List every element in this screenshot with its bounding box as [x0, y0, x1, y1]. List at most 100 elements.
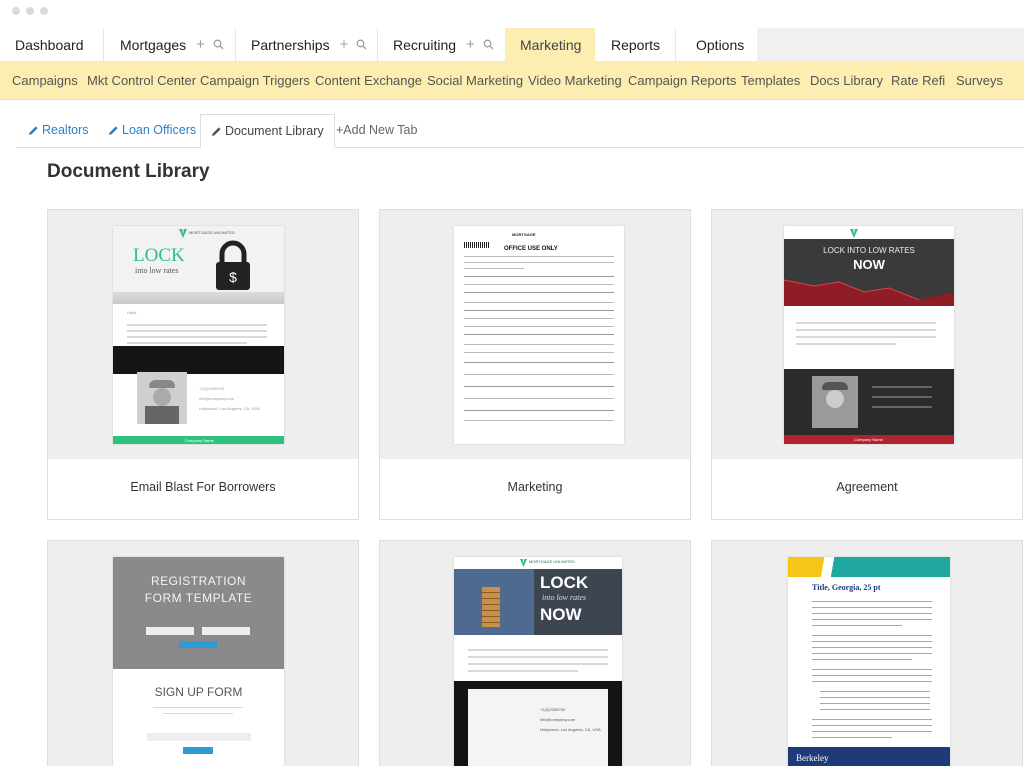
top-tab-label: Marketing	[520, 36, 582, 53]
subnav-video-marketing[interactable]: Video Marketing	[528, 61, 622, 100]
brand-logo	[850, 229, 858, 238]
document-thumbnail: MORTGAGE UNLIMITED LOCK into low rates N…	[454, 557, 622, 766]
thumb-address: Hollywood, Los Angeles, CA, USA	[199, 406, 260, 411]
document-preview[interactable]: MORTGAGE UNLIMITED LOCK into low rates $…	[48, 210, 358, 459]
thumb-subhead: into low rates	[135, 266, 179, 275]
barcode	[464, 242, 490, 248]
top-nav: Dashboard Mortgages + Partnerships + Rec…	[0, 28, 1024, 61]
subnav-surveys[interactable]: Surveys	[956, 61, 1003, 100]
thumb-headline-main: NOW	[853, 257, 885, 272]
top-tab-label: Mortgages	[120, 36, 187, 53]
window-dot-icon	[40, 7, 48, 15]
page-tab-label: Document Library	[225, 124, 324, 138]
document-preview[interactable]: Title, Georgia, 25 pt Berkeley	[712, 541, 1022, 766]
subnav-campaigns[interactable]: Campaigns	[12, 61, 78, 100]
plus-icon[interactable]: +	[466, 36, 475, 53]
thumb-email: info@company.com	[540, 717, 576, 722]
document-card[interactable]: REGISTRATION FORM TEMPLATE SIGN UP FORM	[47, 540, 359, 766]
top-tab-reports[interactable]: Reports	[595, 28, 675, 61]
thumb-footer-brand: Berkeley	[796, 753, 829, 763]
thumb-cta: NOW	[540, 605, 582, 624]
thumb-footer: Company Name	[854, 437, 883, 442]
top-tab-partnerships[interactable]: Partnerships +	[236, 28, 377, 61]
top-tab-mortgages[interactable]: Mortgages +	[104, 28, 235, 61]
thumb-subhead: into low rates	[542, 593, 587, 602]
thumb-phone: +1(0)2355700	[540, 707, 566, 712]
window-dot-icon	[26, 7, 34, 15]
subnav-content-exchange[interactable]: Content Exchange	[315, 61, 422, 100]
document-card[interactable]: MORTGAGE UNLIMITED LOCK into low rates N…	[379, 540, 691, 766]
top-tab-label: Reports	[611, 36, 661, 53]
tab-actions: +	[466, 36, 494, 53]
subnav-mkt-control-center[interactable]: Mkt Control Center	[87, 61, 196, 100]
search-icon[interactable]	[356, 39, 367, 50]
subnav-docs-library[interactable]: Docs Library	[810, 61, 883, 100]
form-office-use: OFFICE USE ONLY	[504, 246, 558, 252]
lock-icon: $	[216, 240, 250, 290]
marketing-sub-nav: Campaigns Mkt Control Center Campaign Tr…	[0, 61, 1024, 100]
window-chrome	[0, 0, 1024, 28]
thumb-headline-top: LOCK INTO LOW RATES	[823, 246, 915, 255]
document-card[interactable]: MORTGAGE OFFICE USE ONLY Marketing	[379, 209, 691, 520]
top-tab-recruiting[interactable]: Recruiting +	[378, 28, 505, 61]
tab-actions: +	[340, 36, 368, 53]
top-tab-label: Partnerships	[251, 36, 330, 53]
plus-icon[interactable]: +	[340, 36, 349, 53]
document-preview[interactable]: REGISTRATION FORM TEMPLATE SIGN UP FORM	[48, 541, 358, 766]
document-thumbnail: Title, Georgia, 25 pt Berkeley	[788, 557, 950, 766]
document-thumbnail: MORTGAGE UNLIMITED LOCK into low rates $…	[113, 226, 284, 444]
header-color-band	[788, 557, 950, 577]
window-dot-icon	[12, 7, 20, 15]
page-tab-realtors[interactable]: Realtors	[28, 114, 89, 148]
document-card[interactable]: LOCK INTO LOW RATES NOW Company Name Agr…	[711, 209, 1023, 520]
search-icon[interactable]	[213, 39, 224, 50]
page-tab-loan-officers[interactable]: Loan Officers	[108, 114, 196, 148]
document-caption[interactable]: Email Blast For Borrowers	[48, 459, 358, 519]
thumb-address: Hollywood, Los Angeles, CA, USA	[540, 727, 601, 732]
pencil-icon	[212, 127, 221, 137]
thumb-email: info@company.com	[199, 396, 235, 401]
top-nav-filler	[757, 28, 1024, 61]
plus-icon[interactable]: +	[196, 36, 205, 53]
subnav-templates[interactable]: Templates	[741, 61, 800, 100]
top-tab-options[interactable]: Options	[676, 28, 757, 61]
document-preview[interactable]: MORTGAGE OFFICE USE ONLY	[380, 210, 690, 459]
svg-text:$: $	[229, 269, 237, 285]
brand-name: MORTGAGE UNLIMITED	[189, 230, 235, 235]
page-tab-label: Loan Officers	[122, 123, 197, 137]
form-title: MORTGAGE	[512, 232, 536, 237]
pencil-icon	[109, 126, 118, 136]
document-caption[interactable]: Agreement	[712, 459, 1022, 519]
tab-actions: +	[196, 36, 224, 53]
top-tab-label: Options	[696, 36, 745, 53]
document-thumbnail: MORTGAGE OFFICE USE ONLY	[454, 226, 624, 444]
pencil-icon	[29, 126, 38, 136]
subnav-social-marketing[interactable]: Social Marketing	[427, 61, 523, 100]
add-new-tab-button[interactable]: +Add New Tab	[336, 114, 417, 148]
document-card[interactable]: Title, Georgia, 25 pt Berkeley	[711, 540, 1023, 766]
page-tab-document-library[interactable]: Document Library	[200, 114, 335, 148]
thumb-headline: LOCK	[540, 573, 589, 592]
document-preview[interactable]: MORTGAGE UNLIMITED LOCK into low rates N…	[380, 541, 690, 766]
subnav-campaign-reports[interactable]: Campaign Reports	[628, 61, 736, 100]
thumb-subheading: SIGN UP FORM	[154, 685, 243, 699]
subnav-rate-refi[interactable]: Rate Refi	[891, 61, 945, 100]
top-tab-label: Recruiting	[393, 36, 457, 53]
page-tabs: Realtors Loan Officers Document Library …	[16, 100, 1024, 148]
thumb-phone: +1(0)2355700	[199, 386, 225, 391]
document-thumbnail: REGISTRATION FORM TEMPLATE SIGN UP FORM	[113, 557, 284, 766]
page-tab-label: Realtors	[42, 123, 89, 137]
subnav-campaign-triggers[interactable]: Campaign Triggers	[200, 61, 310, 100]
top-tab-label: Dashboard	[15, 36, 84, 53]
thumb-heading: REGISTRATION FORM TEMPLATE	[144, 574, 253, 605]
top-tab-dashboard[interactable]: Dashboard	[0, 28, 103, 61]
thumb-greeting: Hello,	[127, 310, 138, 315]
document-caption[interactable]: Marketing	[380, 459, 690, 519]
block-tower-graphic	[482, 587, 500, 627]
thumb-title: Title, Georgia, 25 pt	[812, 583, 881, 592]
document-card[interactable]: MORTGAGE UNLIMITED LOCK into low rates $…	[47, 209, 359, 520]
thumb-headline: LOCK	[133, 245, 185, 266]
document-preview[interactable]: LOCK INTO LOW RATES NOW Company Name	[712, 210, 1022, 459]
top-tab-marketing[interactable]: Marketing	[505, 28, 595, 61]
search-icon[interactable]	[483, 39, 494, 50]
